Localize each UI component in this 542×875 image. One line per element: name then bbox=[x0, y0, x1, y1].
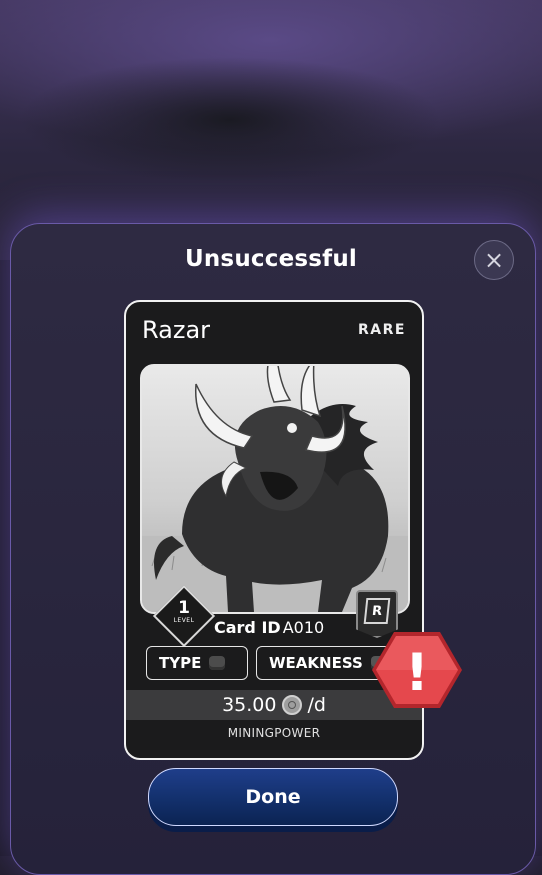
dialog-title: Unsuccessful bbox=[184, 246, 358, 272]
card-id-value: A010 bbox=[282, 618, 325, 637]
card-name: Razar bbox=[142, 316, 211, 344]
done-button[interactable]: Done bbox=[148, 768, 398, 826]
weakness-label: WEAKNESS bbox=[269, 654, 363, 672]
warning-octagon-icon: ! bbox=[372, 630, 462, 710]
level-value: 1 bbox=[178, 598, 190, 618]
type-label: TYPE bbox=[159, 654, 202, 672]
rarity-badge-letter: R bbox=[363, 598, 391, 624]
blurred-background bbox=[0, 0, 542, 260]
mining-rate-unit: /d bbox=[307, 694, 326, 716]
close-icon: × bbox=[483, 246, 505, 274]
card-rarity: RARE bbox=[358, 322, 406, 338]
card-artwork bbox=[140, 364, 410, 614]
level-label: LEVEL bbox=[173, 617, 195, 624]
card-id-label: Card ID bbox=[214, 618, 281, 637]
type-attribute: TYPE bbox=[146, 646, 248, 680]
boar-illustration bbox=[142, 366, 408, 612]
coin-icon bbox=[282, 695, 303, 715]
fist-icon bbox=[209, 656, 226, 670]
warning-glyph: ! bbox=[405, 643, 429, 703]
close-button[interactable]: × bbox=[474, 240, 514, 280]
mining-power-label: MININGPOWER bbox=[227, 726, 321, 740]
card-id-row: Card ID A010 bbox=[214, 618, 324, 637]
mining-rate-value: 35.00 bbox=[222, 694, 277, 716]
